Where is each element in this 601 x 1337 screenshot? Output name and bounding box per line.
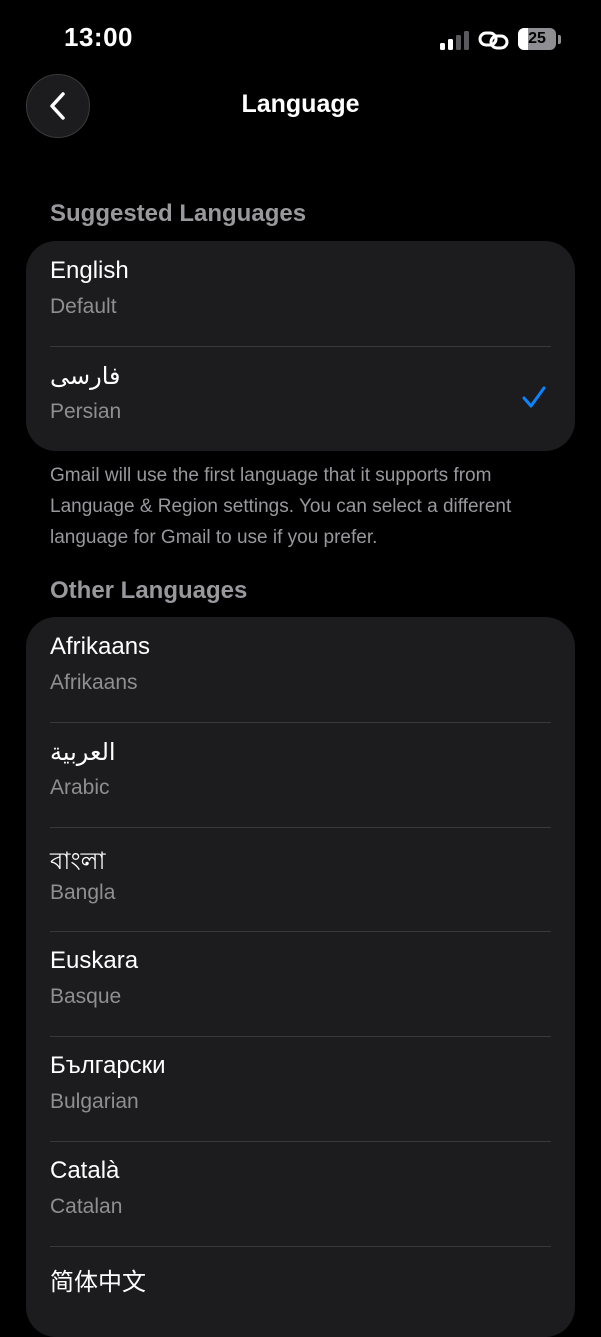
status-bar: 13:00 25 <box>0 0 601 70</box>
language-english-name: Persian <box>50 399 122 423</box>
suggested-languages-header: Suggested Languages <box>50 200 307 227</box>
language-row-arabic[interactable]: العربية Arabic <box>26 721 575 827</box>
battery-cap <box>558 35 561 44</box>
language-native-name: Български <box>50 1052 166 1080</box>
language-native-name: فارسی <box>50 362 121 390</box>
signal-icon <box>440 31 469 50</box>
status-time: 13:00 <box>64 22 133 52</box>
language-english-name: Bulgarian <box>50 1090 139 1114</box>
language-english-name: Catalan <box>50 1194 123 1218</box>
language-english-name: Afrikaans <box>50 671 138 694</box>
suggested-languages-list: English Default فارسی Persian <box>26 241 575 451</box>
battery-level: 25 <box>528 30 546 47</box>
checkmark-icon <box>522 386 546 408</box>
language-row-catalan[interactable]: Català Catalan <box>26 1140 575 1246</box>
other-languages-header: Other Languages <box>50 577 248 604</box>
language-native-name: Afrikaans <box>50 633 151 660</box>
language-row-bulgarian[interactable]: Български Bulgarian <box>26 1036 575 1141</box>
page-title: Language <box>241 90 360 118</box>
language-native-name: العربية <box>50 738 116 766</box>
language-english-name: Default <box>50 295 117 318</box>
language-native-name: Català <box>50 1156 120 1184</box>
language-native-name: Euskara <box>50 947 139 975</box>
language-native-name: English <box>50 257 129 284</box>
language-native-name: 简体中文 <box>50 1268 146 1296</box>
battery-icon: 25 <box>518 28 562 52</box>
language-row-persian[interactable]: فارسی Persian <box>26 345 575 451</box>
language-row-afrikaans[interactable]: Afrikaans Afrikaans <box>26 617 575 722</box>
language-english-name: Basque <box>50 985 122 1009</box>
language-native-name: বাংলা <box>50 847 106 875</box>
language-row-english[interactable]: English Default <box>26 241 575 346</box>
language-english-name: Arabic <box>50 775 110 799</box>
other-languages-list: Afrikaans Afrikaans العربية Arabic বাংলা… <box>26 617 575 1337</box>
language-english-name: Bangla <box>50 880 116 904</box>
language-row-bangla[interactable]: বাংলা Bangla <box>26 826 575 932</box>
battery-body: 25 <box>518 28 556 50</box>
link-icon <box>478 31 509 50</box>
language-row-basque[interactable]: Euskara Basque <box>26 931 575 1036</box>
language-row-chinese-simplified[interactable]: 简体中文 <box>26 1245 575 1337</box>
language-footer-note: Gmail will use the first language that i… <box>50 465 512 548</box>
